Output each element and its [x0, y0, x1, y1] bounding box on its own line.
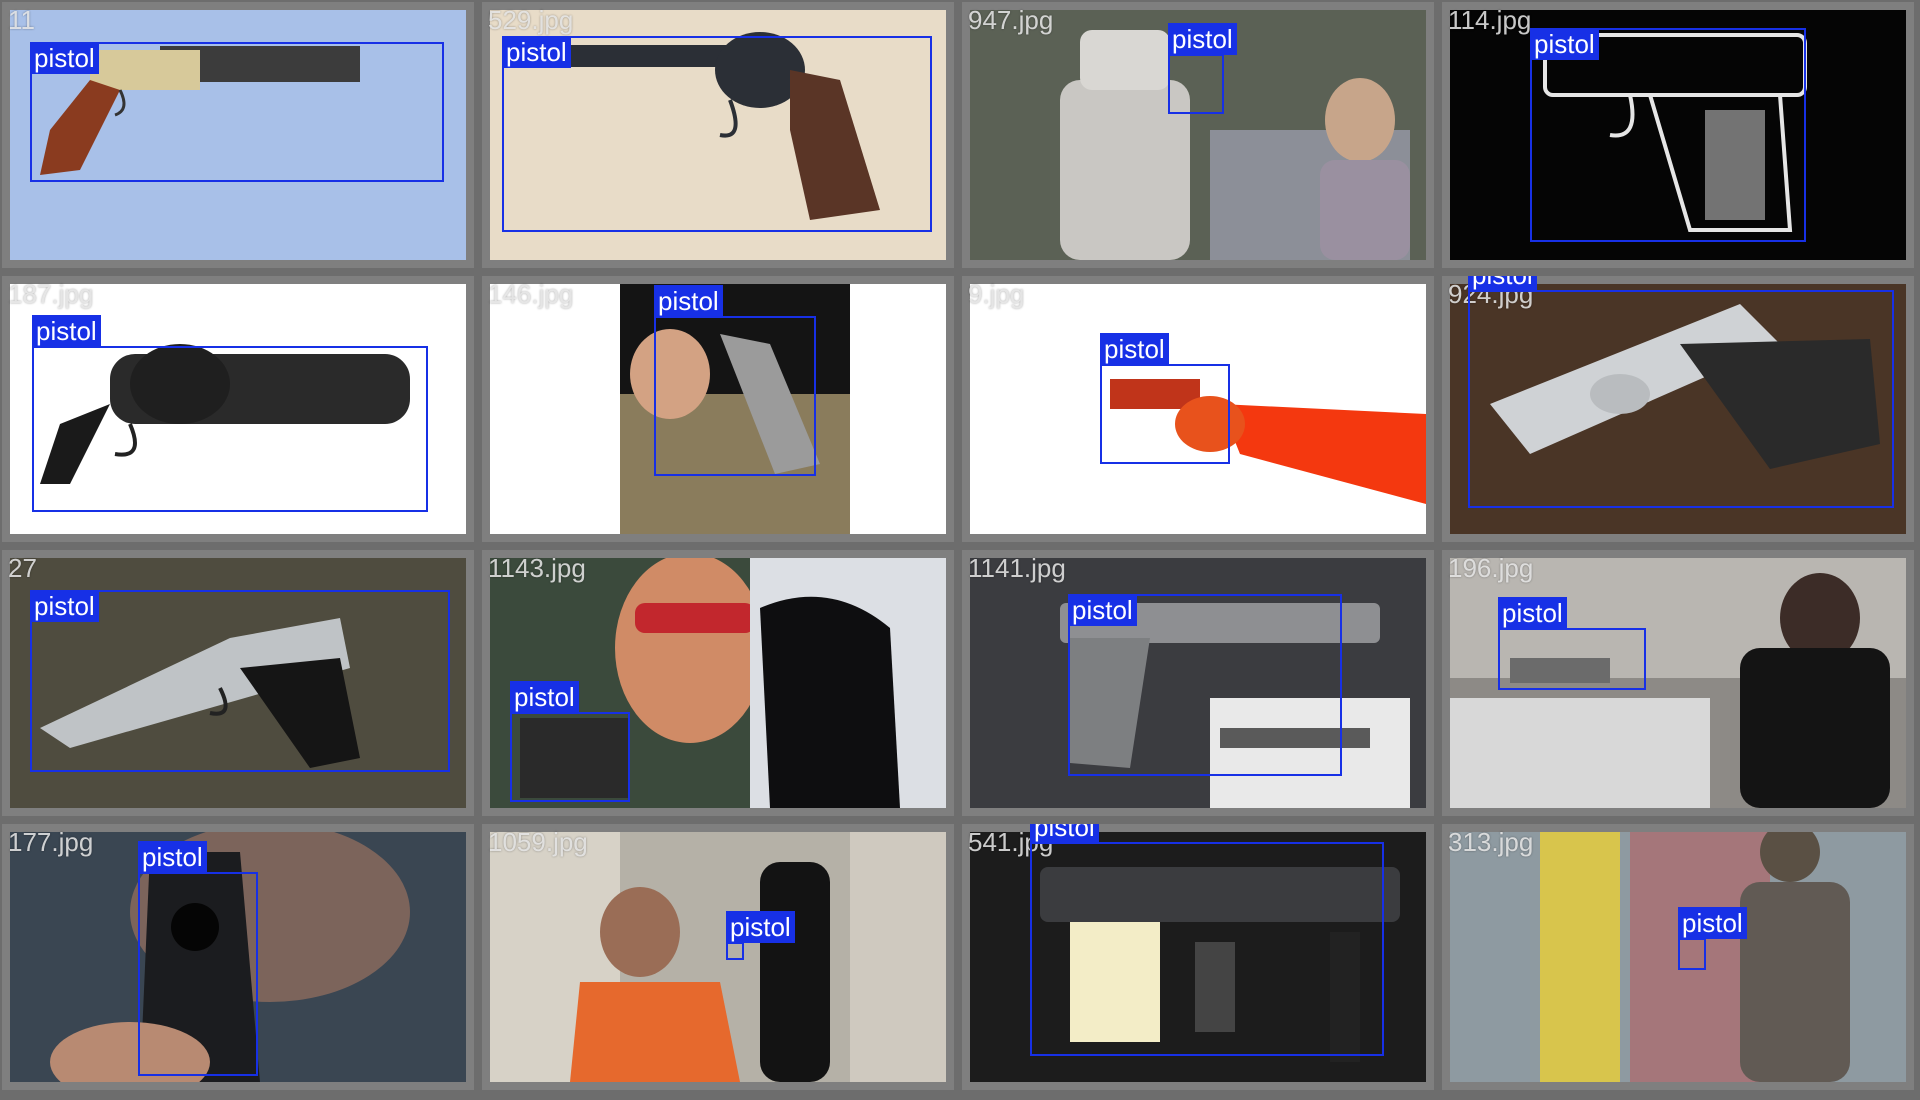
class-label: pistol	[1030, 824, 1099, 843]
detection-box[interactable]: pistol	[1468, 276, 1894, 508]
class-label: pistol	[654, 285, 723, 317]
image-tile-9[interactable]: 9.jpg pistol	[962, 276, 1434, 542]
detection-box[interactable]: pistol	[30, 42, 444, 182]
filename-label: 11	[8, 5, 35, 35]
detection-box[interactable]: pistol	[1530, 28, 1806, 242]
filename-label: 9.jpg	[968, 279, 1025, 309]
filename-label: 187.jpg	[8, 279, 94, 309]
filename-label: 947.jpg	[968, 5, 1054, 35]
filename-label: 313.jpg	[1448, 827, 1534, 857]
class-label: pistol	[1168, 23, 1237, 55]
image-tile-1059[interactable]: 1059.jpg pistol	[482, 824, 954, 1090]
filename-label: 114.jpg	[1448, 5, 1532, 35]
image-tile-541[interactable]: 541.jpg pistol	[962, 824, 1434, 1090]
class-label: pistol	[510, 681, 579, 713]
image-tile-146[interactable]: 146.jpg pistol	[482, 276, 954, 542]
filename-label: 529.jpg	[488, 5, 574, 35]
image-tile-27[interactable]: 27 pistol	[2, 550, 474, 816]
class-label: pistol	[1068, 594, 1137, 626]
image-tile-529[interactable]: 529.jpg pistol	[482, 2, 954, 268]
image-tile-924[interactable]: 924.jpg pistol	[1442, 276, 1914, 542]
filename-label: 1141.jpg	[968, 553, 1066, 583]
class-label: pistol	[1530, 28, 1599, 60]
detection-box[interactable]: pistol	[32, 315, 428, 512]
image-tile-177[interactable]: 177.jpg pistol	[2, 824, 474, 1090]
image-tile-196[interactable]: 196.jpg pistol	[1442, 550, 1914, 816]
detection-box[interactable]: pistol	[138, 841, 258, 1076]
detection-box[interactable]: pistol	[726, 911, 795, 960]
filename-label: 196.jpg	[1448, 553, 1534, 583]
detection-mosaic: 11 pistol 529.jpg pistol 947.jpg pistol …	[0, 0, 1920, 1100]
class-label: pistol	[1468, 276, 1537, 291]
image-tile-114[interactable]: 114.jpg pistol	[1442, 2, 1914, 268]
detection-box[interactable]: pistol	[30, 590, 450, 772]
detection-box[interactable]: pistol	[1030, 824, 1384, 1056]
class-label: pistol	[30, 42, 99, 74]
photo-store-clerk-robbery	[490, 832, 946, 1082]
class-label: pistol	[1498, 597, 1567, 629]
detection-box[interactable]: pistol	[1678, 907, 1747, 970]
image-tile-11[interactable]: 11 pistol	[2, 2, 474, 268]
detection-box[interactable]: pistol	[502, 36, 932, 232]
detection-box[interactable]: pistol	[654, 285, 816, 476]
detection-box[interactable]: pistol	[1498, 597, 1646, 690]
detection-box[interactable]: pistol	[1100, 333, 1230, 464]
image-tile-187[interactable]: 187.jpg pistol	[2, 276, 474, 542]
class-label: pistol	[502, 36, 571, 68]
detection-box[interactable]: pistol	[1068, 594, 1342, 776]
class-label: pistol	[1100, 333, 1169, 365]
image-tile-1141[interactable]: 1141.jpg pistol	[962, 550, 1434, 816]
image-tile-947[interactable]: 947.jpg pistol	[962, 2, 1434, 268]
class-label: pistol	[32, 315, 101, 347]
image-tile-313[interactable]: 313.jpg pistol	[1442, 824, 1914, 1090]
filename-label: 146.jpg	[488, 279, 574, 309]
filename-label: 1143.jpg	[488, 553, 586, 583]
filename-label: 27	[8, 553, 37, 583]
class-label: pistol	[138, 841, 207, 873]
filename-label: 1059.jpg	[488, 827, 588, 857]
detection-box[interactable]: pistol	[1168, 23, 1237, 114]
store-clerk-robbery-icon	[490, 832, 946, 1082]
class-label: pistol	[30, 590, 99, 622]
class-label: pistol	[726, 911, 795, 943]
filename-label: 177.jpg	[8, 827, 94, 857]
class-label: pistol	[1678, 907, 1747, 939]
image-tile-1143[interactable]: 1143.jpg pistol	[482, 550, 954, 816]
detection-box[interactable]: pistol	[510, 681, 630, 802]
